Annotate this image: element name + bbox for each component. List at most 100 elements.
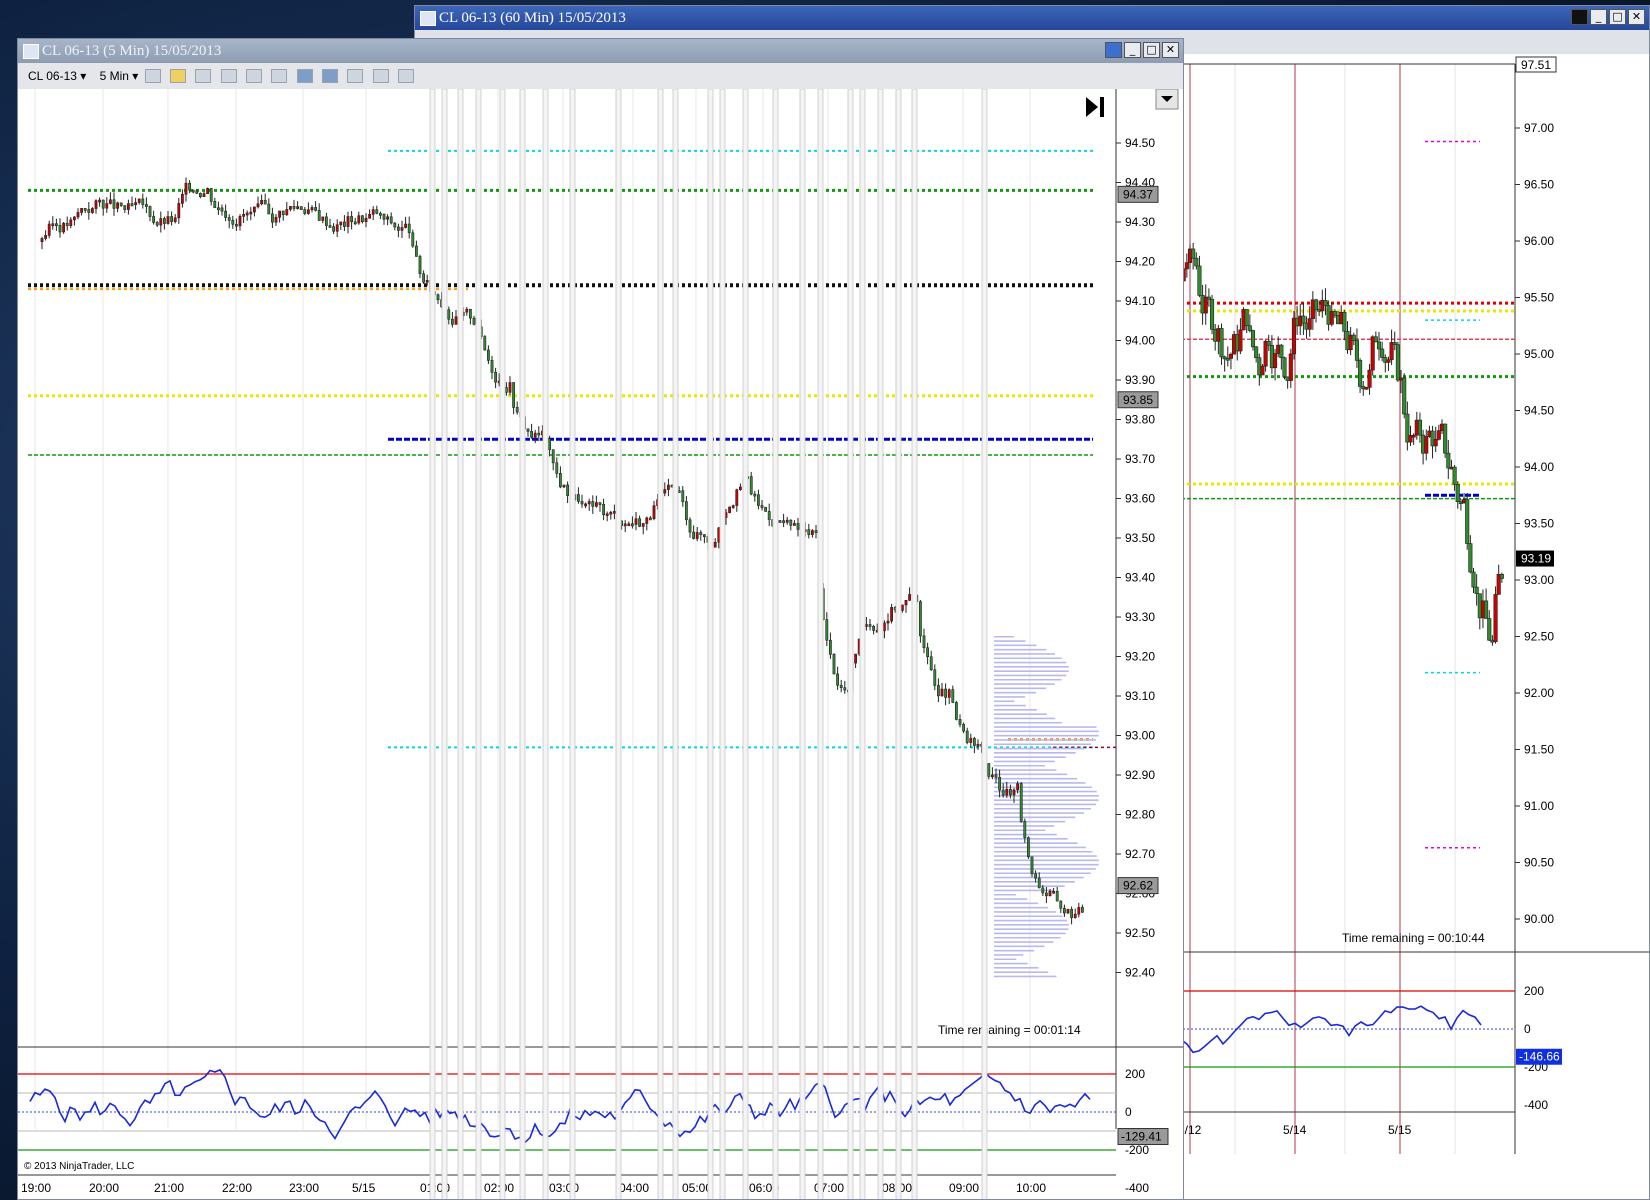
candle-body — [1244, 309, 1249, 327]
candle-body — [494, 371, 498, 383]
candle-body — [562, 484, 566, 488]
candle-body — [177, 203, 181, 219]
cci-tick-label: -200 — [1125, 1143, 1149, 1157]
chart-5min[interactable]: 94.5094.4094.3094.2094.1094.0093.9093.80… — [18, 89, 1184, 1200]
candle-body — [1026, 837, 1030, 858]
candle-body — [184, 182, 188, 195]
candle-body — [990, 774, 994, 778]
candle-body — [396, 226, 400, 231]
redraw-artifact-stripe — [799, 89, 806, 1199]
zoom-icon[interactable] — [271, 69, 288, 83]
minimize-icon[interactable]: _ — [1590, 9, 1607, 25]
candle-body — [612, 511, 616, 514]
close-icon[interactable]: ✕ — [1162, 42, 1179, 58]
candle-body — [317, 210, 321, 221]
candle-body — [1395, 344, 1400, 381]
candle-body — [101, 199, 105, 209]
chart-window-5min[interactable]: CL 06-13 (5 Min) 15/05/2013 _ □ ✕ CL 06-… — [17, 38, 1184, 1200]
candle-body — [245, 212, 249, 216]
price-tick-label: 93.60 — [1125, 492, 1155, 506]
indicators-icon[interactable] — [296, 69, 313, 83]
tile-icon[interactable] — [1105, 42, 1122, 58]
candle-body — [1081, 907, 1084, 913]
candle-body — [1066, 909, 1070, 914]
candle-body — [314, 207, 318, 211]
candle-body — [238, 216, 242, 227]
candle-body — [328, 225, 332, 228]
price-tick-label: 93.00 — [1125, 729, 1155, 743]
candle-body — [155, 222, 159, 226]
close-icon[interactable]: ✕ — [1628, 9, 1645, 25]
candle-body — [814, 530, 818, 533]
candle-body — [249, 211, 253, 215]
candle-body — [1055, 890, 1059, 902]
candle-body — [47, 223, 51, 236]
candle-body — [87, 209, 91, 213]
time-tick-label: 5/15 — [352, 1181, 376, 1195]
strategies-icon[interactable] — [322, 69, 339, 83]
instrument-selector[interactable]: CL 06-13 ▾ — [28, 63, 86, 89]
candle-body — [465, 308, 469, 313]
candle-body — [76, 212, 80, 218]
candle-body — [602, 503, 606, 516]
candle-body — [702, 534, 706, 537]
maximize-icon[interactable]: □ — [1609, 9, 1626, 25]
redraw-artifact-stripe — [719, 89, 726, 1199]
candle-body — [526, 428, 530, 432]
candle-body — [231, 220, 235, 225]
candle-body — [364, 217, 368, 222]
candle-body — [350, 216, 354, 223]
candle-body — [796, 523, 800, 530]
candle-body — [965, 730, 969, 743]
candle-body — [159, 218, 163, 226]
title-bar-5min[interactable]: CL 06-13 (5 Min) 15/05/2013 _ □ ✕ — [18, 39, 1183, 63]
pencil-icon[interactable] — [170, 69, 187, 83]
data-box-icon[interactable] — [372, 69, 389, 83]
candle-body — [292, 206, 296, 209]
candle-body — [566, 484, 570, 496]
candle-body — [339, 221, 343, 226]
price-tick-label: 97.00 — [1524, 121, 1554, 135]
candle-body — [1389, 342, 1394, 361]
eraser-icon[interactable] — [220, 69, 237, 83]
properties-icon[interactable] — [347, 69, 364, 83]
candle-body — [130, 203, 134, 206]
candle-body — [1474, 586, 1479, 595]
price-tick-label: 92.80 — [1125, 808, 1155, 822]
candle-body — [1392, 342, 1397, 345]
candle-body — [386, 216, 390, 220]
candle-body — [44, 235, 48, 239]
interval-selector[interactable]: 5 Min ▾ — [100, 63, 139, 89]
candle-body — [1332, 311, 1337, 316]
candle-body — [854, 653, 858, 664]
candle-body — [627, 523, 631, 527]
price-marker: 93.85 — [1123, 393, 1153, 407]
maximize-icon[interactable]: □ — [1143, 42, 1160, 58]
candle-body — [454, 316, 458, 325]
price-tick-label: 92.90 — [1125, 768, 1155, 782]
price-tick-label: 96.50 — [1524, 178, 1554, 192]
candlestick-style-icon[interactable] — [144, 69, 161, 83]
candle-body — [173, 217, 177, 222]
price-tick-label: 91.00 — [1524, 799, 1554, 813]
title-bar-60min[interactable]: CL 06-13 (60 Min) 15/05/2013 _ □ ✕ — [415, 6, 1649, 30]
chart-trader-icon[interactable] — [398, 69, 415, 83]
time-tick-label: 23:00 — [289, 1181, 319, 1195]
add-indicator-icon[interactable] — [195, 69, 212, 83]
candle-body — [638, 518, 642, 527]
minimize-icon[interactable]: _ — [1124, 42, 1141, 58]
candle-body — [299, 206, 303, 210]
candle-body — [303, 209, 307, 214]
chart-window-icon — [23, 44, 39, 59]
time-tick-label: 09:00 — [949, 1181, 979, 1195]
window-title-60min: CL 06-13 (60 Min) 15/05/2013 — [439, 10, 626, 26]
candle-body — [890, 607, 894, 622]
candle-body — [1041, 887, 1045, 894]
candle-body — [1008, 788, 1012, 796]
candle-body — [224, 210, 228, 218]
candle-body — [1197, 265, 1202, 296]
crosshair-icon[interactable] — [246, 69, 263, 83]
tile-icon[interactable] — [1571, 9, 1588, 25]
price-tick-label: 93.00 — [1524, 573, 1554, 587]
candle-body — [969, 738, 973, 743]
